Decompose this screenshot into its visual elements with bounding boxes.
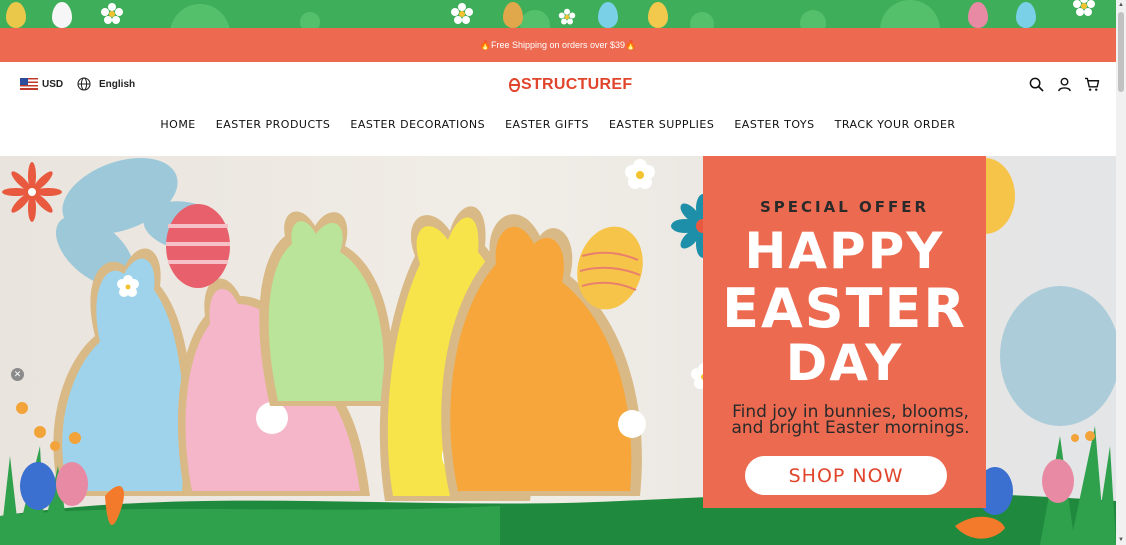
headline-happy: HAPPY — [744, 222, 945, 280]
nav-item-easter-gifts[interactable]: EASTER GIFTS — [505, 118, 589, 146]
scroll-down-arrow-icon[interactable]: ▼ — [1117, 536, 1125, 544]
nav-item-easter-supplies[interactable]: EASTER SUPPLIES — [609, 118, 714, 146]
shop-now-button[interactable]: SHOP NOW — [745, 456, 947, 495]
decor-bubble — [170, 4, 230, 28]
decorative-banner-strip — [0, 0, 1116, 28]
decor-bubble — [880, 0, 940, 28]
cart-icon — [1084, 77, 1100, 91]
search-icon — [1029, 77, 1044, 92]
us-flag-icon — [20, 78, 38, 90]
headline-day: DAY — [785, 334, 904, 392]
hero-banner[interactable]: SPECIAL OFFER HAPPY EASTER DAY Find joy … — [0, 156, 1116, 545]
egg-logo-icon — [509, 78, 520, 92]
promo-panel: SPECIAL OFFER HAPPY EASTER DAY Find joy … — [703, 156, 986, 508]
scroll-thumb[interactable] — [1118, 12, 1124, 92]
announcement-bar: 🔥Free Shipping on orders over $39🔥 — [0, 28, 1116, 62]
page-scrollbar[interactable]: ▲ ▼ — [1116, 0, 1126, 545]
search-button[interactable] — [1028, 76, 1044, 92]
easter-egg-icon — [6, 2, 26, 28]
nav-item-home[interactable]: HOME — [160, 118, 195, 146]
main-navigation: HOME EASTER PRODUCTS EASTER DECORATIONS … — [0, 118, 1116, 146]
nav-item-track-order[interactable]: TRACK YOUR ORDER — [835, 118, 956, 146]
nav-item-easter-toys[interactable]: EASTER TOYS — [734, 118, 814, 146]
hero-tagline: Find joy in bunnies, blooms, and bright … — [713, 404, 988, 438]
currency-label: USD — [42, 78, 64, 90]
logo-text: STRUCTUREF — [521, 76, 633, 93]
account-icon — [1057, 77, 1071, 91]
language-selector[interactable]: English — [77, 77, 135, 91]
daisy-decoration — [625, 159, 655, 189]
daisy-flower-icon — [1073, 0, 1095, 16]
pink-egg-decoration — [1042, 459, 1074, 503]
easter-egg-icon — [598, 2, 618, 28]
close-icon[interactable]: ✕ — [11, 368, 24, 381]
decor-bubble — [520, 10, 550, 28]
scroll-up-arrow-icon[interactable]: ▲ — [1117, 1, 1125, 9]
nav-item-easter-products[interactable]: EASTER PRODUCTS — [216, 118, 331, 146]
announcement-text: 🔥Free Shipping on orders over $39🔥 — [479, 39, 637, 50]
nav-item-easter-decorations[interactable]: EASTER DECORATIONS — [350, 118, 485, 146]
easter-egg-icon — [968, 2, 988, 28]
red-flower-decoration — [2, 162, 62, 222]
decor-bubble — [690, 12, 714, 28]
daisy-flower-icon — [101, 3, 123, 24]
header-actions — [1028, 76, 1100, 92]
account-button[interactable] — [1056, 76, 1072, 92]
bunny-cookie-green — [259, 211, 393, 406]
easter-egg-icon — [52, 2, 72, 28]
easter-egg-icon — [503, 2, 523, 28]
globe-icon — [77, 77, 91, 91]
site-header: USD English STRUCTUREF — [0, 62, 1116, 106]
decor-bubble — [300, 12, 320, 28]
easter-egg-icon — [1016, 2, 1036, 28]
cart-button[interactable] — [1084, 76, 1100, 92]
tagline-line-2: and bright Easter mornings. — [731, 418, 970, 438]
blue-egg-decoration — [20, 462, 56, 510]
currency-selector[interactable]: USD — [20, 78, 63, 90]
decor-bubble — [800, 10, 826, 28]
language-label: English — [99, 78, 136, 90]
easter-egg-icon — [648, 2, 668, 28]
pink-egg-decoration — [56, 462, 88, 506]
daisy-flower-icon — [451, 3, 473, 24]
site-logo[interactable]: STRUCTUREF — [509, 76, 632, 94]
special-offer-label: SPECIAL OFFER — [759, 198, 930, 216]
headline-easter: EASTER — [722, 277, 967, 340]
daisy-flower-icon — [558, 8, 576, 25]
blue-leaf-decoration — [1000, 286, 1116, 426]
